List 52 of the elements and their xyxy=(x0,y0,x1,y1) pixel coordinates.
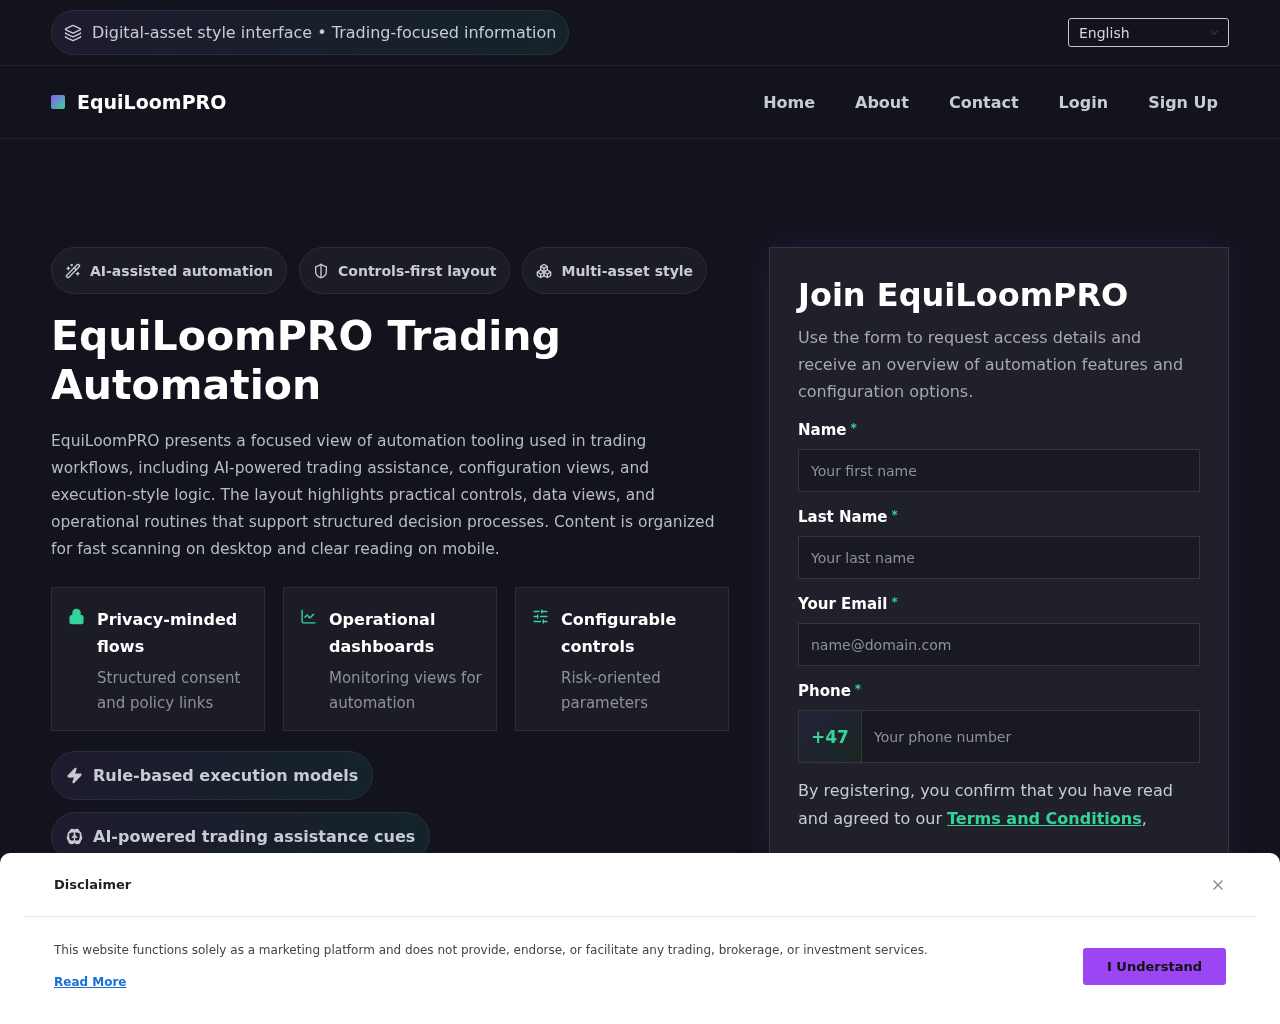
disclaimer-title: Disclaimer xyxy=(54,877,132,892)
phone-field[interactable]: Your phone number xyxy=(862,710,1200,763)
form-subtitle: Use the form to request access details and receive an overview of automation features and configuration options. xyxy=(798,327,1185,403)
brand-name: EquiLoomPRO xyxy=(77,91,227,113)
terms-link[interactable]: Terms and Conditions xyxy=(947,809,1142,828)
nav-link[interactable]: Home xyxy=(763,92,816,112)
required-mark: * xyxy=(854,682,862,698)
feature-text: Monitoring views for automation xyxy=(329,668,482,714)
required-mark: * xyxy=(891,508,898,524)
field-label: Last Name xyxy=(798,508,888,526)
hero-intro: EquiLoomPRO presents a focused view of automation tooling used in trading workflows, including AI-powered trading assistance, configuration views, and execution-style logic. The layout highlights practical controls, data views, and operational routines that support structured decision processes. Content is organized for fast scanning on desktop and clear reading on mobile. xyxy=(51,431,716,560)
input-field[interactable]: Your first name xyxy=(798,449,1200,492)
form-title: Join EquiLoomPRO xyxy=(798,276,1130,314)
nav-link[interactable]: Sign Up xyxy=(1148,92,1218,112)
feature-title: Operational dashboards xyxy=(329,609,437,658)
hero-title: EquiLoomPRO Trading Automation xyxy=(51,312,562,410)
pill-text: Rule-based execution models xyxy=(93,766,359,785)
layers-icon xyxy=(64,23,82,42)
feature-text: Structured consent and policy links xyxy=(97,668,242,714)
language-select[interactable]: English xyxy=(1068,18,1229,47)
required-mark: * xyxy=(850,421,857,437)
required-mark: * xyxy=(891,595,898,611)
lock-icon xyxy=(68,608,85,625)
disclaimer-text: This website functions solely as a marketing platform and does not provide, endorse, or facilitate any trading, brokerage, or investment services. xyxy=(54,943,928,957)
shield-icon xyxy=(313,262,330,279)
field-label: Name xyxy=(798,421,847,439)
badge-text: Multi-asset style xyxy=(561,262,694,279)
understand-button[interactable]: I Understand xyxy=(1083,948,1226,985)
magic-wand-icon xyxy=(65,262,81,279)
feature-text: Risk-oriented parameters xyxy=(561,668,662,714)
input-field[interactable]: name@domain.com xyxy=(798,623,1200,666)
feature-title: Privacy-minded flows xyxy=(97,609,239,658)
sliders-icon xyxy=(532,608,549,625)
field-label: Phone xyxy=(798,682,851,700)
field-label: Your Email xyxy=(798,595,888,613)
tagline-text: Digital-asset style interface • Trading-focused information xyxy=(92,23,557,42)
brain-icon xyxy=(66,828,83,845)
feature-title: Configurable controls xyxy=(561,609,678,658)
read-more-link[interactable]: Read More xyxy=(54,975,127,989)
pill-text: AI-powered trading assistance cues xyxy=(93,827,416,846)
nav-link[interactable]: About xyxy=(855,92,909,112)
country-code: +47 xyxy=(798,710,862,763)
boxes-icon xyxy=(536,262,553,279)
badge-text: Controls-first layout xyxy=(338,262,497,279)
nav-link[interactable]: Login xyxy=(1058,92,1109,112)
lightning-icon xyxy=(66,767,83,784)
input-field[interactable]: Your last name xyxy=(798,536,1200,579)
consent-text: By registering, you confirm that you have read and agreed to our Terms and Conditions, xyxy=(798,780,1174,830)
nav-link[interactable]: Contact xyxy=(948,92,1019,112)
line-chart-icon xyxy=(300,608,317,625)
logo-icon xyxy=(51,95,65,109)
badge-text: AI-assisted automation xyxy=(90,262,274,279)
